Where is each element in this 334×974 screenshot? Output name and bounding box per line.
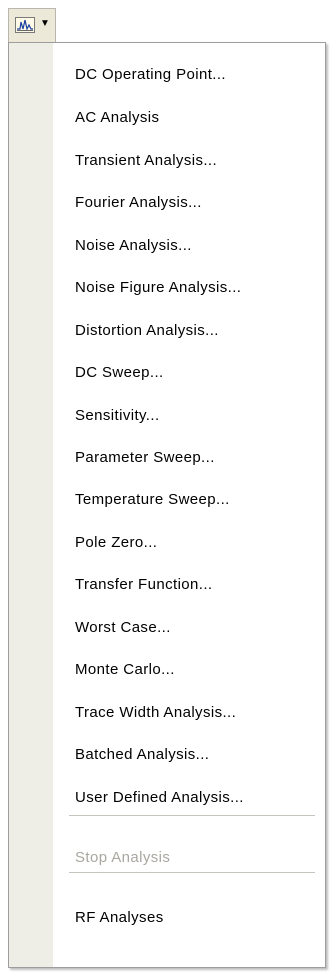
menu-item-pole-zero[interactable]: Pole Zero...: [53, 523, 325, 563]
menu-item-transient-analysis[interactable]: Transient Analysis...: [53, 141, 325, 181]
menu-item-noise-analysis[interactable]: Noise Analysis...: [53, 226, 325, 266]
menu-separator: [69, 872, 315, 873]
menu-item-transfer-function[interactable]: Transfer Function...: [53, 565, 325, 605]
menu-item-user-defined-analysis[interactable]: User Defined Analysis...: [53, 778, 325, 818]
dropdown-arrow-icon[interactable]: ▼: [40, 19, 50, 29]
menu-item-dc-sweep[interactable]: DC Sweep...: [53, 353, 325, 393]
menu-item-rf-analyses[interactable]: RF Analyses: [53, 898, 325, 938]
menu-item-temperature-sweep[interactable]: Temperature Sweep...: [53, 480, 325, 520]
menu-separator: [69, 815, 315, 816]
analysis-menu: DC Operating Point... AC Analysis Transien…: [8, 42, 326, 968]
menu-item-fourier-analysis[interactable]: Fourier Analysis...: [53, 183, 325, 223]
menu-item-sensitivity[interactable]: Sensitivity...: [53, 396, 325, 436]
menu-item-ac-analysis[interactable]: AC Analysis: [53, 98, 325, 138]
toolbar: ▼: [0, 0, 334, 44]
menu-item-worst-case[interactable]: Worst Case...: [53, 608, 325, 648]
menu-item-batched-analysis[interactable]: Batched Analysis...: [53, 735, 325, 775]
menu-icon-gutter: [9, 43, 53, 967]
menu-item-trace-width-analysis[interactable]: Trace Width Analysis...: [53, 693, 325, 733]
menu-item-distortion-analysis[interactable]: Distortion Analysis...: [53, 311, 325, 351]
menu-item-parameter-sweep[interactable]: Parameter Sweep...: [53, 438, 325, 478]
menu-item-monte-carlo[interactable]: Monte Carlo...: [53, 650, 325, 690]
menu-item-noise-figure-analysis[interactable]: Noise Figure Analysis...: [53, 268, 325, 308]
analysis-dropdown-button[interactable]: ▼: [8, 8, 56, 44]
menu-item-dc-operating-point[interactable]: DC Operating Point...: [53, 55, 325, 95]
analysis-waveform-icon: [15, 17, 35, 33]
